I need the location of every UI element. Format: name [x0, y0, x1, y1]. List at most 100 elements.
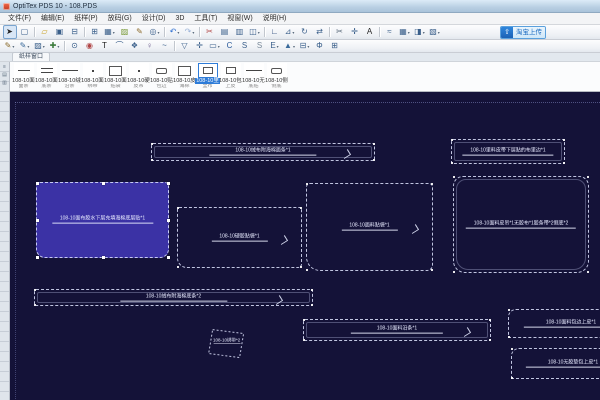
piece-pocket-small[interactable]: 108-10硬胶贴袋*1 — [177, 207, 302, 268]
phi-tool-icon[interactable]: Φ — [313, 39, 327, 53]
piece-lining-strip[interactable]: 108-10里料皮带下层贴的布里边*1 — [451, 139, 565, 164]
piece-thumb-item-9[interactable]: 108-10包 上皮 — [219, 62, 242, 91]
pin-tool-icon[interactable]: ♀ — [143, 39, 157, 53]
grid-icon[interactable]: ▦ ▾ — [398, 25, 412, 39]
refresh-tool-icon[interactable]: C — [223, 39, 237, 53]
wave-tool-icon[interactable]: ~ — [158, 39, 172, 53]
plot-icon-dropdown-arrow[interactable]: ▾ — [113, 30, 115, 35]
layers-icon[interactable]: ▧ ▾ — [428, 25, 442, 39]
export-tool-icon[interactable]: E ▾ — [268, 39, 282, 53]
curve-pen-icon[interactable]: ✎ ▾ — [18, 39, 32, 53]
plot-icon[interactable]: ▦ ▾ — [103, 25, 117, 39]
tab-pieces-window[interactable]: 纸样窗口 — [12, 52, 51, 61]
undo-icon-dropdown-arrow[interactable]: ▾ — [177, 30, 179, 35]
piece-thumb-item-6[interactable]: 108-10贴 包边 — [150, 62, 173, 91]
print-icon[interactable]: ⊟ — [68, 25, 82, 39]
menu-item-0[interactable]: 文件(F) — [3, 13, 36, 24]
piece-thumb-item-11[interactable]: 108-10侧 侧底 — [265, 62, 288, 91]
layers-icon-dropdown-arrow[interactable]: ▾ — [438, 30, 440, 35]
undo-icon[interactable]: ↶ ▾ — [168, 25, 182, 39]
menu-item-7[interactable]: 视窗(W) — [222, 13, 257, 24]
piece-top-strip[interactable]: 108-10绒布附海棉面条*1 — [151, 143, 375, 161]
add-point-icon[interactable]: ✚ ▾ — [48, 39, 62, 53]
image-icon[interactable]: ▨ — [118, 25, 132, 39]
select-tool-icon[interactable]: ➤ — [2, 25, 17, 39]
piece-thumb-item-3[interactable]: 108-10面 绑带 — [81, 62, 104, 91]
menu-item-2[interactable]: 纸样(P) — [69, 13, 102, 24]
selection-handle[interactable] — [36, 182, 39, 185]
digitize-icon[interactable]: ✎ — [133, 25, 147, 39]
shade-tool-icon[interactable]: ▲ ▾ — [283, 39, 297, 53]
selection-handle[interactable] — [167, 256, 170, 259]
stamp-icon-dropdown-arrow[interactable]: ▾ — [423, 30, 425, 35]
notch-tool-icon[interactable]: ✂ — [333, 25, 347, 39]
add-point-icon-dropdown-arrow[interactable]: ▾ — [57, 44, 59, 49]
menu-item-8[interactable]: 说明(H) — [258, 13, 292, 24]
circle-tool-icon[interactable]: ⊙ — [68, 39, 82, 53]
copy-icon[interactable]: ▤ — [218, 25, 232, 39]
paste-special-icon[interactable]: ◫ ▾ — [248, 25, 262, 39]
selection-handle[interactable] — [36, 256, 39, 259]
redo-icon-dropdown-arrow[interactable]: ▾ — [192, 30, 194, 35]
measure-tool-icon-dropdown-arrow[interactable]: ▾ — [292, 30, 294, 35]
selection-handle[interactable] — [101, 256, 105, 259]
piece-thumb-item-0[interactable]: 108-10面 面条 — [12, 62, 35, 91]
piece-thumb-item-10[interactable]: 108-10无 底贴 — [242, 62, 265, 91]
piece-thumb-item-8[interactable]: 108-10里 里布 — [195, 62, 220, 91]
print-preview-icon[interactable]: ⊞ — [88, 25, 102, 39]
flip-piece-icon[interactable]: ⇄ — [313, 25, 327, 39]
measure-tool-icon[interactable]: ⊿ ▾ — [283, 25, 297, 39]
piece-binding-bottom[interactable]: 108-10无胶垫包上皮*1 — [511, 348, 600, 379]
title-bar[interactable]: OptiTex PDS 10 - 108.PDS — [0, 0, 600, 13]
new-file-icon[interactable]: ▢ — [18, 25, 32, 39]
trace-tool-icon-dropdown-arrow[interactable]: ▾ — [43, 44, 45, 49]
move-piece-icon[interactable]: ✛ — [348, 25, 362, 39]
shade-tool-icon-dropdown-arrow[interactable]: ▾ — [293, 44, 295, 49]
paste-special-icon-dropdown-arrow[interactable]: ▾ — [258, 30, 260, 35]
selection-handle[interactable] — [167, 182, 170, 185]
ruler-corner-icon[interactable]: ∟ — [268, 25, 282, 39]
piece-base-panel[interactable]: 108-10面布胶水下层充填海棉底层贴*1 — [36, 182, 170, 259]
arc-tool-icon[interactable]: ⌒ — [113, 39, 127, 53]
cut-icon[interactable]: ✂ — [203, 25, 217, 39]
zoom-icon[interactable]: ◎ ▾ — [148, 25, 162, 39]
s-curve-icon[interactable]: S — [238, 39, 252, 53]
paste-icon[interactable]: ▥ — [233, 25, 247, 39]
curve-pen-icon-dropdown-arrow[interactable]: ▾ — [27, 44, 29, 49]
piece-thumb-item-2[interactable]: 108-10绒 沿条 — [58, 62, 81, 91]
menu-item-6[interactable]: 工具(T) — [189, 13, 222, 24]
zoom-icon-dropdown-arrow[interactable]: ▾ — [157, 30, 159, 35]
save-icon[interactable]: ▣ — [53, 25, 67, 39]
piece-strap-trapezoid[interactable] — [208, 329, 245, 359]
cross-tool-icon[interactable]: ✛ — [193, 39, 207, 53]
selection-handle[interactable] — [36, 219, 39, 222]
piece-welt-strip[interactable]: 108-10面料沿条*1 — [303, 319, 491, 341]
s-mirror-icon[interactable]: S — [253, 39, 267, 53]
vertical-panel-icon[interactable]: ▥ — [2, 80, 7, 86]
rotate-piece-icon[interactable]: ↻ — [298, 25, 312, 39]
text-tool-icon[interactable]: A — [363, 25, 377, 39]
piece-thumb-item-4[interactable]: 108-10面 贴袋 — [104, 62, 127, 91]
piece-thumb-item-7[interactable]: 108-10皮 海棉 — [173, 62, 196, 91]
grid-icon-dropdown-arrow[interactable]: ▾ — [408, 30, 410, 35]
piece-binding-top[interactable]: 108-10面料包边上皮*1 — [508, 309, 600, 338]
piece-thumb-item-5[interactable]: 108-10硬 皮吊 — [127, 62, 150, 91]
pen-tool-icon[interactable]: ✎ ▾ — [3, 39, 17, 53]
menu-item-5[interactable]: 3D — [170, 13, 189, 24]
piece-bottom-strip[interactable]: 108-10绒布附海棉底条*2 — [34, 289, 313, 306]
panel-tool-icon[interactable]: ⊞ — [328, 39, 342, 53]
move-tool-icon[interactable]: ❖ — [128, 39, 142, 53]
vertical-menu-icon[interactable]: ≡ — [3, 64, 6, 70]
window-tool-icon[interactable]: ▭ ▾ — [208, 39, 222, 53]
redo-icon[interactable]: ↷ ▾ — [183, 25, 197, 39]
vertical-grid-icon[interactable]: ▤ — [2, 72, 7, 78]
selection-handle[interactable] — [101, 182, 105, 185]
drill-point-icon[interactable]: ◉ — [83, 39, 97, 53]
open-file-icon[interactable]: ▱ — [38, 25, 52, 39]
trace-tool-icon[interactable]: ▨ ▾ — [33, 39, 47, 53]
text-label-icon[interactable]: T — [98, 39, 112, 53]
page-tool-icon-dropdown-arrow[interactable]: ▾ — [307, 44, 309, 49]
dart-tool-icon[interactable]: ▽ — [178, 39, 192, 53]
upload-button[interactable]: ⇧ 淘宝上传 — [500, 25, 546, 39]
seam-allowance-icon[interactable]: ≈ — [383, 25, 397, 39]
